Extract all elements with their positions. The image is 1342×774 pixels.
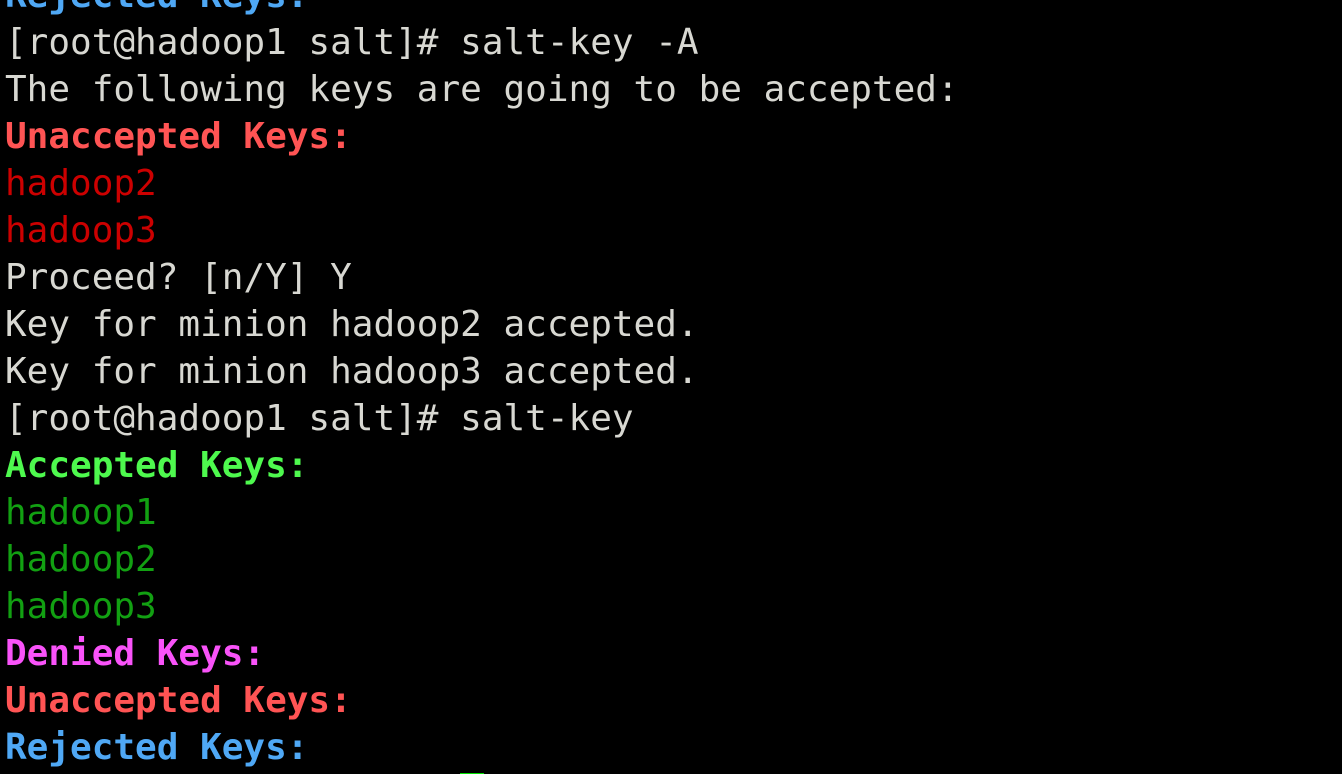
terminal-text-segment: Rejected Keys: — [5, 727, 309, 768]
terminal-text-segment: hadoop3 — [5, 586, 157, 627]
terminal-text-segment: Accepted Keys: — [5, 445, 309, 486]
terminal-line: Unaccepted Keys: — [5, 113, 1342, 160]
terminal-text-segment: The following keys are going to be accep… — [5, 69, 959, 110]
terminal-text-segment: Unaccepted Keys: — [5, 116, 352, 157]
terminal-line: Key for minion hadoop3 accepted. — [5, 348, 1342, 395]
terminal-text-segment: Proceed? [n/Y] Y — [5, 257, 352, 298]
terminal-line: Proceed? [n/Y] Y — [5, 254, 1342, 301]
terminal-screen[interactable]: Rejected Keys: [root@hadoop1 salt]# salt-… — [5, 0, 1342, 774]
terminal-text-segment: Denied Keys: — [5, 633, 266, 674]
terminal-text-segment: hadoop1 — [5, 492, 157, 533]
terminal-text-segment: [root@hadoop1 salt]# salt-key -A — [5, 22, 699, 63]
terminal-line: Accepted Keys: — [5, 442, 1342, 489]
terminal-line: Denied Keys: — [5, 630, 1342, 677]
terminal-text-segment: Rejected Keys: — [5, 0, 308, 16]
terminal-text-segment: hadoop2 — [5, 539, 157, 580]
terminal-line: hadoop3 — [5, 207, 1342, 254]
terminal-line: The following keys are going to be accep… — [5, 66, 1342, 113]
terminal-line: Unaccepted Keys: — [5, 677, 1342, 724]
terminal-line: Rejected Keys: — [5, 0, 1342, 19]
terminal-text-segment: hadoop2 — [5, 163, 157, 204]
terminal-line: hadoop1 — [5, 489, 1342, 536]
terminal-line: hadoop2 — [5, 160, 1342, 207]
terminal-text-segment: [root@hadoop1 salt]# salt-key — [5, 398, 634, 439]
terminal-line: Key for minion hadoop2 accepted. — [5, 301, 1342, 348]
terminal-text-segment: hadoop3 — [5, 210, 157, 251]
terminal-line: hadoop2 — [5, 536, 1342, 583]
terminal-line: Rejected Keys: — [5, 724, 1342, 771]
terminal-line: [root@hadoop1 salt]# salt-key — [5, 395, 1342, 442]
terminal-line: [root@hadoop1 salt]# salt-key -A — [5, 19, 1342, 66]
terminal-window[interactable]: Rejected Keys: [root@hadoop1 salt]# salt-… — [0, 0, 1342, 774]
terminal-line: hadoop3 — [5, 583, 1342, 630]
terminal-text-segment: Key for minion hadoop2 accepted. — [5, 304, 699, 345]
terminal-text-segment: Unaccepted Keys: — [5, 680, 352, 721]
terminal-text-segment: Key for minion hadoop3 accepted. — [5, 351, 699, 392]
